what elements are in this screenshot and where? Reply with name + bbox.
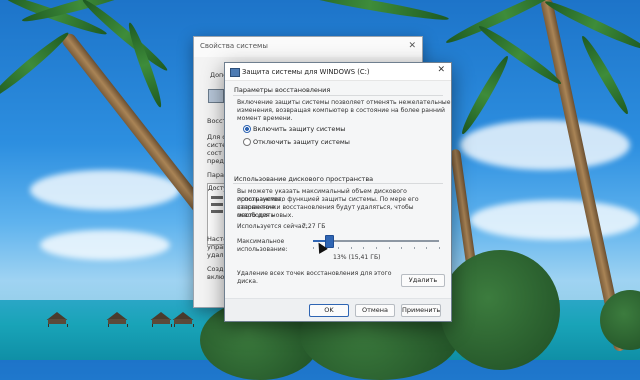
slider-tick	[313, 247, 314, 249]
slider-tick	[439, 247, 440, 249]
section-heading: Использование дискового пространства	[234, 175, 374, 183]
section-heading: Параметры восстановления	[234, 86, 331, 94]
palm-frond	[0, 29, 72, 101]
slider-tick	[363, 247, 365, 249]
max-usage-value: 13% (15,41 ГБ)	[333, 254, 381, 261]
slider-tick	[388, 247, 390, 249]
delete-description: Удаление всех точек восстановления для э…	[237, 270, 392, 277]
radio-selected-icon	[243, 125, 251, 133]
divider	[233, 183, 443, 184]
description-line: момент времени.	[237, 115, 293, 122]
water-bungalow	[104, 312, 130, 327]
cloud	[30, 170, 180, 210]
label: Пара	[207, 171, 224, 179]
max-usage-label: использование:	[237, 246, 288, 253]
label: Созд	[207, 265, 224, 273]
current-usage-label: Используется сейчас:	[237, 223, 308, 230]
drive-icon	[230, 68, 240, 77]
slider-tick	[401, 247, 403, 249]
cloud	[470, 200, 640, 240]
apply-button[interactable]: Применить	[401, 304, 441, 317]
water-bungalow	[170, 312, 196, 327]
close-icon[interactable]: ✕	[408, 41, 416, 51]
dialog-title: Защита системы для WINDOWS (C:)	[242, 68, 370, 76]
window-title: Свойства системы	[200, 42, 268, 50]
titlebar: Свойства системы ✕	[194, 37, 422, 57]
radio-label: Включить защиту системы	[253, 125, 346, 133]
divider	[233, 95, 443, 96]
radio-unselected-icon	[243, 138, 251, 146]
ok-button[interactable]: OK	[309, 304, 349, 317]
label: удал	[207, 251, 224, 259]
bushes	[440, 250, 560, 370]
cloud	[460, 120, 630, 170]
palm-frond	[578, 33, 632, 117]
slider-tick	[376, 247, 377, 249]
cancel-button[interactable]: Отмена	[355, 304, 395, 317]
description-line: место для новых.	[237, 212, 294, 219]
label: сост	[207, 149, 222, 157]
radio-label: Отключить защиту системы	[253, 138, 350, 146]
delete-description: диска.	[237, 278, 258, 285]
cloud	[40, 230, 170, 260]
computer-icon	[208, 89, 224, 103]
description-line: изменения, возвращая компьютер в состоян…	[237, 107, 445, 114]
water-bungalow	[44, 312, 70, 327]
slider-tick	[413, 247, 415, 249]
label: пред	[207, 157, 224, 165]
description-line: Включение защиты системы позволяет отмен…	[237, 99, 451, 106]
close-icon[interactable]: ✕	[437, 65, 445, 75]
slider-tick	[338, 247, 340, 249]
titlebar: Защита системы для WINDOWS (C:) ✕	[225, 63, 451, 81]
max-usage-label: Максимальное	[237, 238, 285, 245]
palm-frond	[290, 0, 450, 24]
dialog-footer: OK Отмена Применить	[225, 298, 451, 321]
slider-tick	[350, 247, 352, 249]
slider-tick	[426, 247, 428, 249]
delete-button[interactable]: Удалить	[401, 274, 445, 287]
system-protection-dialog: Защита системы для WINDOWS (C:) ✕ Параме…	[224, 62, 452, 322]
current-usage-value: 7,27 ГБ	[302, 223, 326, 230]
